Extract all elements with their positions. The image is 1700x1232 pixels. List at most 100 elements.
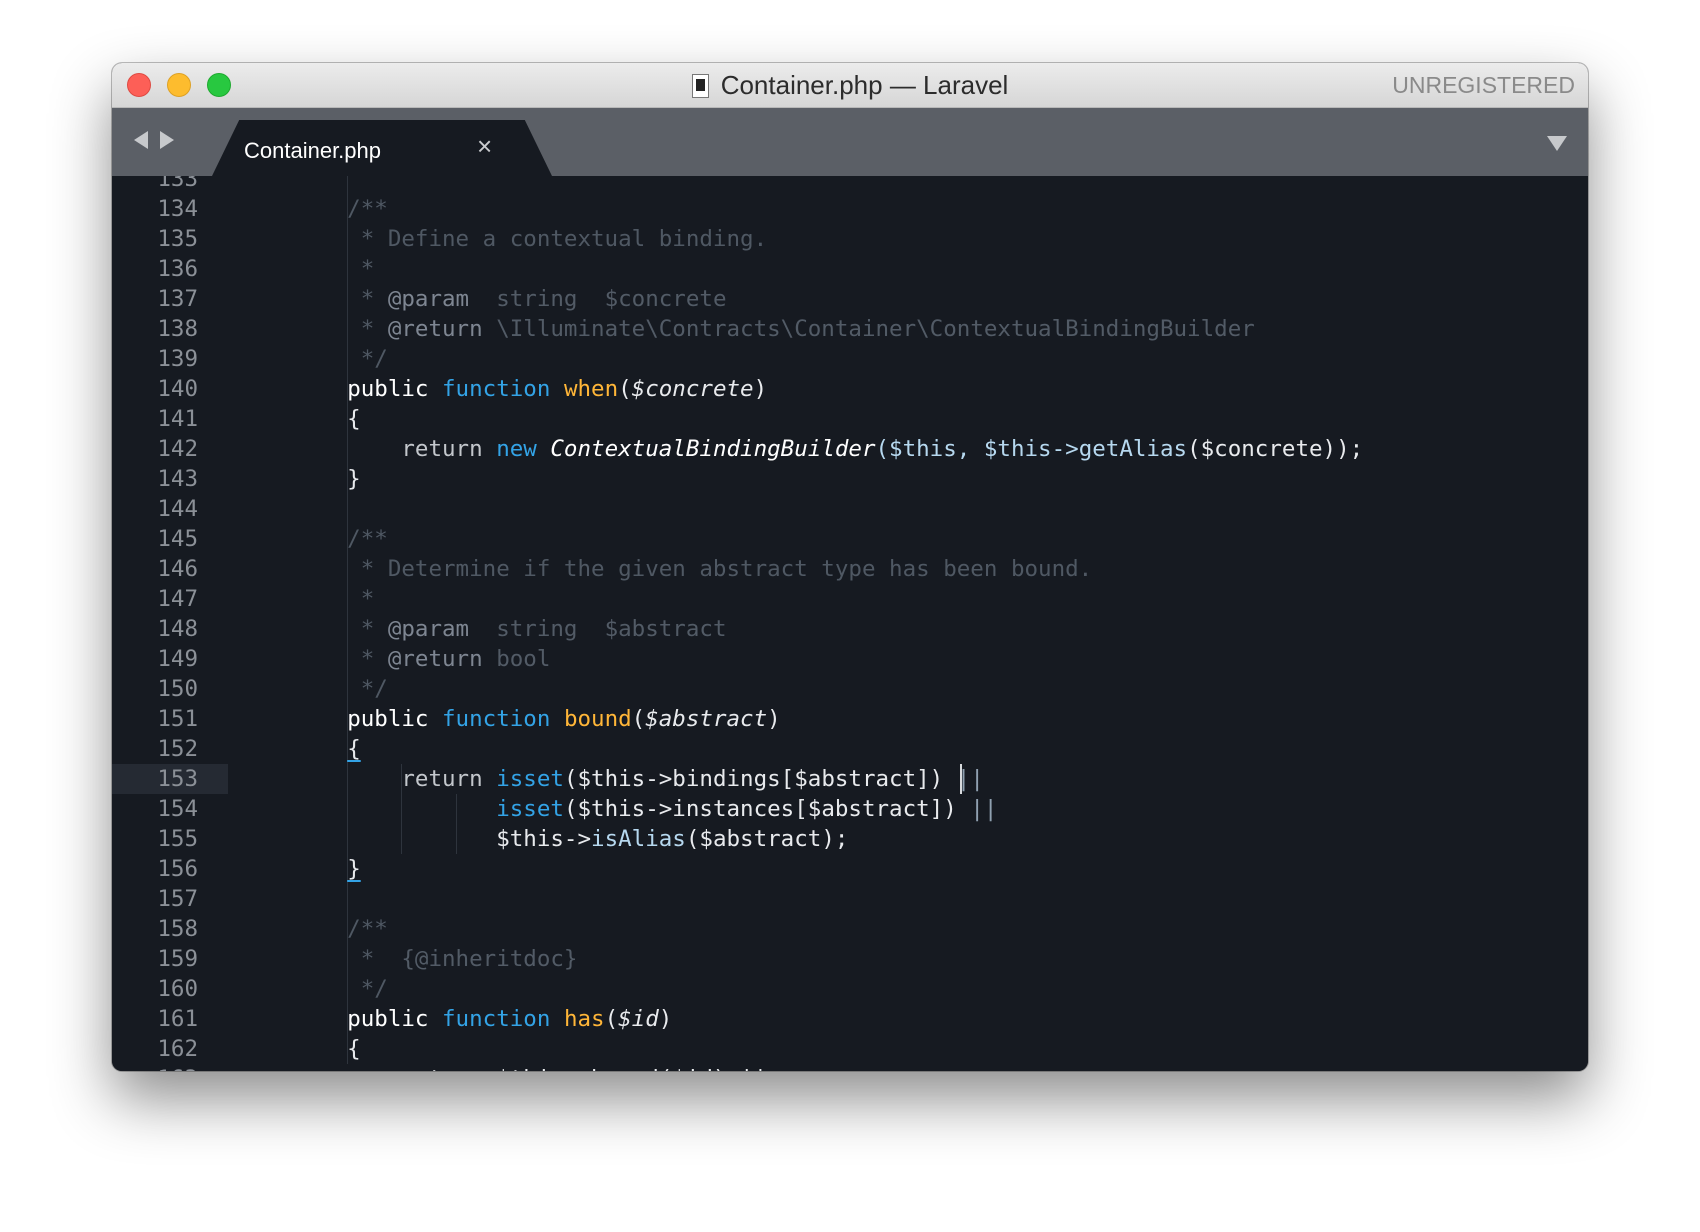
- title-bar[interactable]: Container.php — Laravel UNREGISTERED: [112, 63, 1588, 108]
- code-token: {: [293, 1036, 361, 1062]
- code-line[interactable]: */: [293, 974, 388, 1004]
- code-token: *: [293, 286, 388, 312]
- code-line[interactable]: * {@inheritdoc}: [293, 944, 578, 974]
- code-token: public: [347, 706, 429, 732]
- code-line[interactable]: return new ContextualBindingBuilder($thi…: [293, 434, 1363, 464]
- line-number: 138: [157, 316, 198, 342]
- code-line[interactable]: isset($this->instances[$abstract]) ||: [293, 794, 997, 824]
- code-token: ||: [970, 796, 998, 822]
- window-title: Container.php — Laravel: [720, 70, 1009, 100]
- code-token: }: [293, 466, 361, 492]
- code-line[interactable]: $this->isAlias($abstract);: [293, 824, 848, 854]
- nav-back-icon[interactable]: [134, 131, 148, 149]
- code-line[interactable]: * Define a contextual binding.: [293, 224, 767, 254]
- code-token: (: [618, 376, 632, 402]
- line-number: 156: [157, 856, 198, 882]
- text-cursor: [960, 764, 962, 794]
- line-number: 162: [157, 1036, 198, 1062]
- line-number: 136: [157, 256, 198, 282]
- code-token: {: [293, 406, 361, 432]
- line-number: 155: [157, 826, 198, 852]
- line-number: 135: [157, 226, 198, 252]
- code-token: */: [293, 676, 388, 702]
- code-token: @param: [387, 616, 470, 642]
- line-number: 140: [157, 376, 198, 402]
- code-token: }: [347, 856, 361, 882]
- registration-status: UNREGISTERED: [1392, 72, 1575, 98]
- code-line[interactable]: return isset($this->bindings[$abstract])…: [293, 764, 984, 794]
- code-token: * Define a contextual binding.: [293, 226, 768, 252]
- code-line[interactable]: {: [293, 404, 361, 434]
- line-number: 151: [157, 706, 198, 732]
- code-token: @return: [387, 646, 483, 672]
- code-line[interactable]: }: [293, 464, 361, 494]
- code-line[interactable]: * Determine if the given abstract type h…: [293, 554, 1093, 584]
- code-line[interactable]: /**: [293, 194, 388, 224]
- editor-window: Container.php — Laravel UNREGISTERED Con…: [112, 63, 1588, 1071]
- tab-close-icon[interactable]: ×: [477, 133, 492, 159]
- line-number: 152: [157, 736, 198, 762]
- code-line[interactable]: {: [293, 1034, 361, 1064]
- code-token: ($this->bindings[$abstract]): [563, 766, 957, 792]
- code-token: public: [347, 376, 429, 402]
- code-token: return: [401, 766, 483, 792]
- tab-dropdown-icon[interactable]: [1547, 136, 1567, 151]
- line-number: 143: [157, 466, 198, 492]
- code-token: */: [293, 976, 388, 1002]
- tab-bar: Container.php ×: [112, 108, 1588, 176]
- code-token: {: [347, 736, 361, 762]
- code-line[interactable]: public function when($concrete): [293, 374, 767, 404]
- code-token: $this->: [496, 826, 592, 852]
- code-token: */: [293, 346, 388, 372]
- code-line[interactable]: *: [293, 254, 375, 284]
- tab-label[interactable]: Container.php: [244, 138, 381, 164]
- code-line[interactable]: public function has($id): [293, 1004, 672, 1034]
- code-line[interactable]: /**: [293, 524, 388, 554]
- code-line[interactable]: * @param string $concrete: [293, 284, 727, 314]
- code-token: ): [658, 1006, 673, 1032]
- code-token: /**: [293, 916, 388, 942]
- code-token: $concrete: [631, 376, 754, 402]
- line-number: 160: [157, 976, 198, 1002]
- code-line[interactable]: public function bound($abstract): [293, 704, 781, 734]
- window-title-group: Container.php — Laravel: [112, 63, 1588, 108]
- nav-forward-icon[interactable]: [160, 131, 174, 149]
- code-line[interactable]: /**: [293, 914, 388, 944]
- code-line[interactable]: * @return bool: [293, 644, 551, 674]
- code-token: bound: [563, 706, 632, 732]
- code-token: * Determine if the given abstract type h…: [293, 556, 1093, 582]
- code-token: (: [631, 706, 646, 732]
- code-editor[interactable]: 133 134 135 136 137 138 139 140 141 142 143 144 145 1…: [112, 176, 1588, 1071]
- code-line[interactable]: */: [293, 674, 388, 704]
- php-file-icon: [691, 73, 709, 98]
- code-token: ($abstract);: [685, 826, 849, 852]
- code-token: function: [442, 376, 551, 402]
- code-line[interactable]: *: [293, 584, 375, 614]
- tab-navigation: [134, 131, 174, 149]
- code-token: *: [293, 586, 375, 612]
- code-line[interactable]: {: [293, 734, 361, 764]
- code-line[interactable]: * @return \Illuminate\Contracts\Containe…: [293, 314, 1255, 344]
- code-token: ($this->instances[$abstract]): [563, 796, 971, 822]
- code-token: public: [347, 1006, 429, 1032]
- line-number: 150: [157, 676, 198, 702]
- code-line[interactable]: }: [293, 854, 361, 884]
- code-token: $abstract: [645, 706, 768, 732]
- code-token: *: [293, 646, 388, 672]
- code-token: ($this, $this->: [875, 436, 1079, 462]
- code-line[interactable]: */: [293, 344, 388, 374]
- code-token: /**: [293, 526, 388, 552]
- code-token: *: [293, 316, 388, 342]
- code-line[interactable]: return $this->bound($id) ||: [293, 1064, 767, 1071]
- line-number: 158: [157, 916, 198, 942]
- code-line[interactable]: * @param string $abstract: [293, 614, 727, 644]
- code-token: ContextualBindingBuilder: [550, 436, 876, 462]
